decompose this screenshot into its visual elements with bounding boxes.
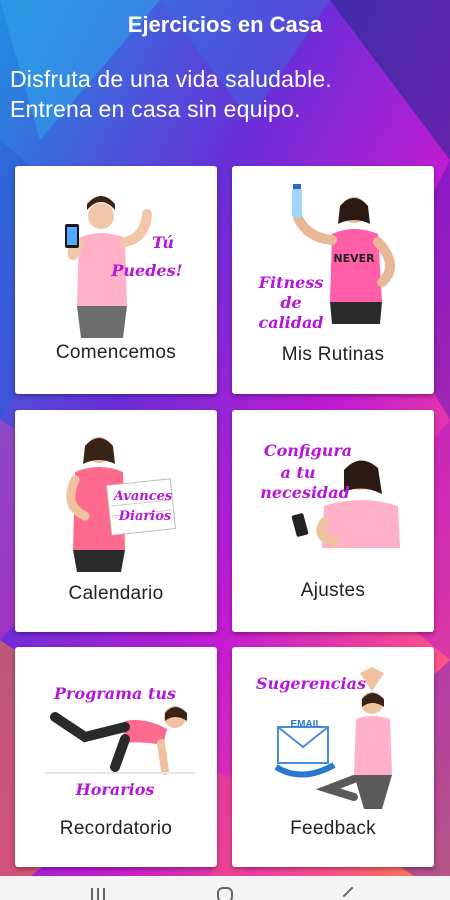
back-icon: [343, 887, 353, 897]
card-mis-rutinas[interactable]: NEVER Fitness de calidad Mis Rutinas: [232, 166, 434, 394]
overlay-programa-tus: Programa tus: [53, 684, 176, 703]
recent-apps-icon: [91, 888, 105, 900]
recent-apps-button[interactable]: [78, 886, 118, 900]
overlay-email: EMAIL: [290, 719, 322, 730]
home-button[interactable]: [205, 886, 245, 900]
card-ajustes[interactable]: Configura a tu necesidad Ajustes: [232, 410, 434, 632]
card-feedback[interactable]: Sugerencias EMAIL Feedback: [232, 647, 434, 867]
card-comencemos[interactable]: Tú Puedes! Comencemos: [15, 166, 217, 394]
svg-text:NEVER: NEVER: [333, 252, 375, 265]
card-label: Calendario: [68, 583, 164, 604]
card-label: Ajustes: [300, 580, 366, 601]
overlay-fitness: Fitness: [258, 273, 324, 292]
back-button[interactable]: [328, 886, 368, 900]
overlay-puedes: Puedes!: [111, 261, 183, 280]
overlay-sugerencias: Sugerencias: [256, 674, 366, 693]
card-label: Recordatorio: [59, 818, 173, 839]
overlay-tu: Tú: [151, 233, 175, 252]
overlay-avances: Avances: [113, 489, 173, 504]
card-label: Comencemos: [55, 342, 177, 363]
woman-exercise-illustration: [45, 706, 195, 775]
woman-phone-illustration: [291, 460, 400, 548]
card-label: Mis Rutinas: [281, 344, 385, 365]
card-label: Feedback: [290, 818, 376, 839]
overlay-de: de: [280, 293, 302, 312]
menu-grid: Tú Puedes! Comencemos NEVER Fitness de c…: [0, 0, 450, 900]
card-calendario[interactable]: Avances Diarios Calendario: [15, 410, 217, 632]
system-navigation-bar: [0, 876, 450, 900]
overlay-horarios: Horarios: [75, 780, 155, 799]
overlay-necesidad: necesidad: [260, 483, 350, 502]
card-recordatorio[interactable]: Programa tus Horarios Recordatorio: [15, 647, 217, 867]
overlay-configura: Configura: [263, 441, 353, 460]
overlay-calidad: calidad: [258, 313, 324, 332]
home-icon: [217, 887, 233, 900]
overlay-diarios: Diarios: [118, 509, 172, 524]
overlay-a-tu: a tu: [280, 463, 316, 482]
